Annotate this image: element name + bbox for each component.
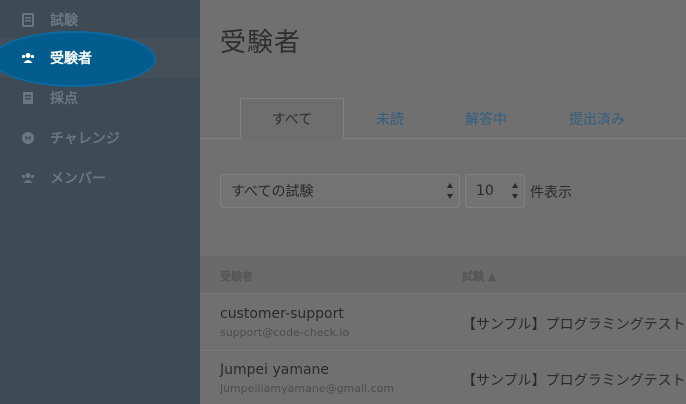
sidebar-item-label: 受験者: [50, 51, 92, 67]
exam-name[interactable]: 【サンプル】プログラミングテスト: [462, 314, 686, 334]
exam-icon: [20, 12, 36, 28]
select-arrows-icon: [511, 183, 519, 199]
per-page-value: 10: [476, 183, 494, 199]
users-icon: [20, 50, 36, 66]
table-row[interactable]: Jumpei yamane jumpeiliamyamane@gmail.com…: [200, 351, 686, 404]
tab-submitted[interactable]: 提出済み: [544, 98, 650, 139]
candidate-name[interactable]: Jumpei yamane: [220, 362, 329, 378]
members-icon: [20, 170, 36, 186]
sidebar-item-label: 試験: [50, 13, 78, 29]
column-header-exam[interactable]: 試験 ▲: [462, 268, 496, 284]
sidebar-item-candidates-content[interactable]: 受験者: [0, 38, 200, 78]
main-content: 受験者 すべて 未読 解答中 提出済み すべての試験 10 件表示 受験者 試験…: [200, 0, 686, 404]
sidebar-item-label: 採点: [50, 91, 78, 107]
column-header-candidate[interactable]: 受験者: [220, 268, 253, 284]
candidate-email: jumpeiliamyamane@gmail.com: [220, 382, 395, 395]
tab-unread[interactable]: 未読: [350, 98, 430, 139]
page-title: 受験者: [220, 28, 302, 58]
select-arrows-icon: [446, 183, 454, 199]
sidebar-item-members[interactable]: メンバー: [0, 158, 200, 198]
challenge-icon: [20, 130, 36, 146]
table-row[interactable]: customer-support support@code-check.io 【…: [200, 295, 686, 351]
table-header: 受験者 試験 ▲: [200, 256, 686, 294]
tab-in-progress[interactable]: 解答中: [440, 98, 532, 139]
candidate-name[interactable]: customer-support: [220, 306, 344, 322]
exam-name[interactable]: 【サンプル】プログラミングテスト: [462, 370, 686, 390]
sidebar-item-label: チャレンジ: [50, 131, 120, 147]
sidebar: 試験 受験者 採点 チャレンジ メンバー: [0, 0, 200, 404]
sidebar-item-label: メンバー: [50, 171, 106, 187]
tab-all[interactable]: すべて: [240, 98, 344, 139]
per-page-select[interactable]: 10: [465, 174, 525, 208]
sidebar-item-challenge[interactable]: チャレンジ: [0, 118, 200, 158]
exam-filter-value: すべての試験: [231, 184, 314, 200]
sidebar-item-grading[interactable]: 採点: [0, 78, 200, 118]
grading-icon: [20, 90, 36, 106]
per-page-label: 件表示: [530, 185, 572, 201]
exam-filter-select[interactable]: すべての試験: [220, 174, 460, 208]
candidate-email: support@code-check.io: [220, 326, 350, 339]
